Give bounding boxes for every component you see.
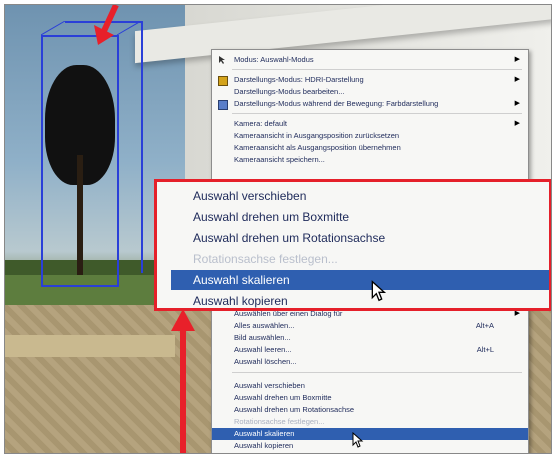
menu-item-scale-selection[interactable]: Auswahl skalieren [212,428,528,440]
mouse-pointer-icon [371,280,387,302]
path-strip [5,335,175,357]
menu-item-edit-render-mode[interactable]: Darstellungs-Modus bearbeiten... [212,86,528,98]
menu-item-clear-selection[interactable]: Auswahl leeren... Alt+L [212,344,528,356]
menu-item-camera-reset[interactable]: Kameraansicht in Ausgangsposition zurück… [212,130,528,142]
menu-item-delete-selection[interactable]: Auswahl löschen... [212,356,528,368]
screenshot-frame: Modus: Auswahl-Modus ▶ Darstellungs-Modus… [4,4,552,454]
menu-item-mode[interactable]: Modus: Auswahl-Modus ▶ [212,54,528,66]
zoom-callout: Auswahl verschieben Auswahl drehen um Bo… [154,179,551,311]
zoom-item-set-rotation-axis: Rotationsachse festlegen... [193,252,338,266]
menu-item-camera-save[interactable]: Kameraansicht speichern... [212,154,528,166]
menu-item-camera[interactable]: Kamera: default ▶ [212,118,528,130]
menu-item-camera-set-start[interactable]: Kameraansicht als Ausgangsposition übern… [212,142,528,154]
menu-item-motion-render-mode[interactable]: Darstellungs-Modus während der Bewegung:… [212,98,528,110]
zoom-item-copy-selection[interactable]: Auswahl kopieren [157,291,549,311]
zoom-item-rotate-axis[interactable]: Auswahl drehen um Rotationsachse [157,228,549,248]
mouse-pointer-icon [352,432,364,448]
palette-icon [218,100,228,110]
red-arrow-up-icon [171,309,195,453]
zoom-item-rotate-box-center[interactable]: Auswahl drehen um Boxmitte [157,207,549,227]
menu-item-select-all[interactable]: Alles auswählen... Alt+A [212,320,528,332]
zoom-item-scale-selection[interactable]: Auswahl skalieren [171,270,549,290]
menu-item-rotate-axis[interactable]: Auswahl drehen um Rotationsachse [212,404,528,416]
menu-item-rotate-box-center[interactable]: Auswahl drehen um Boxmitte [212,392,528,404]
menu-item-render-mode[interactable]: Darstellungs-Modus: HDRI-Darstellung ▶ [212,74,528,86]
tree-trunk[interactable] [77,155,83,275]
menu-item-set-rotation-axis: Rotationsachse festlegen... [234,417,325,426]
render-icon [218,76,228,86]
menu-item-copy-selection[interactable]: Auswahl kopieren [212,440,528,452]
menu-item-move-selection[interactable]: Auswahl verschieben [212,380,528,392]
zoom-item-move-selection[interactable]: Auswahl verschieben [157,186,549,206]
cursor-icon [219,56,225,64]
red-arrow-down-icon [94,5,119,45]
menu-item-select-image[interactable]: Bild auswählen... [212,332,528,344]
